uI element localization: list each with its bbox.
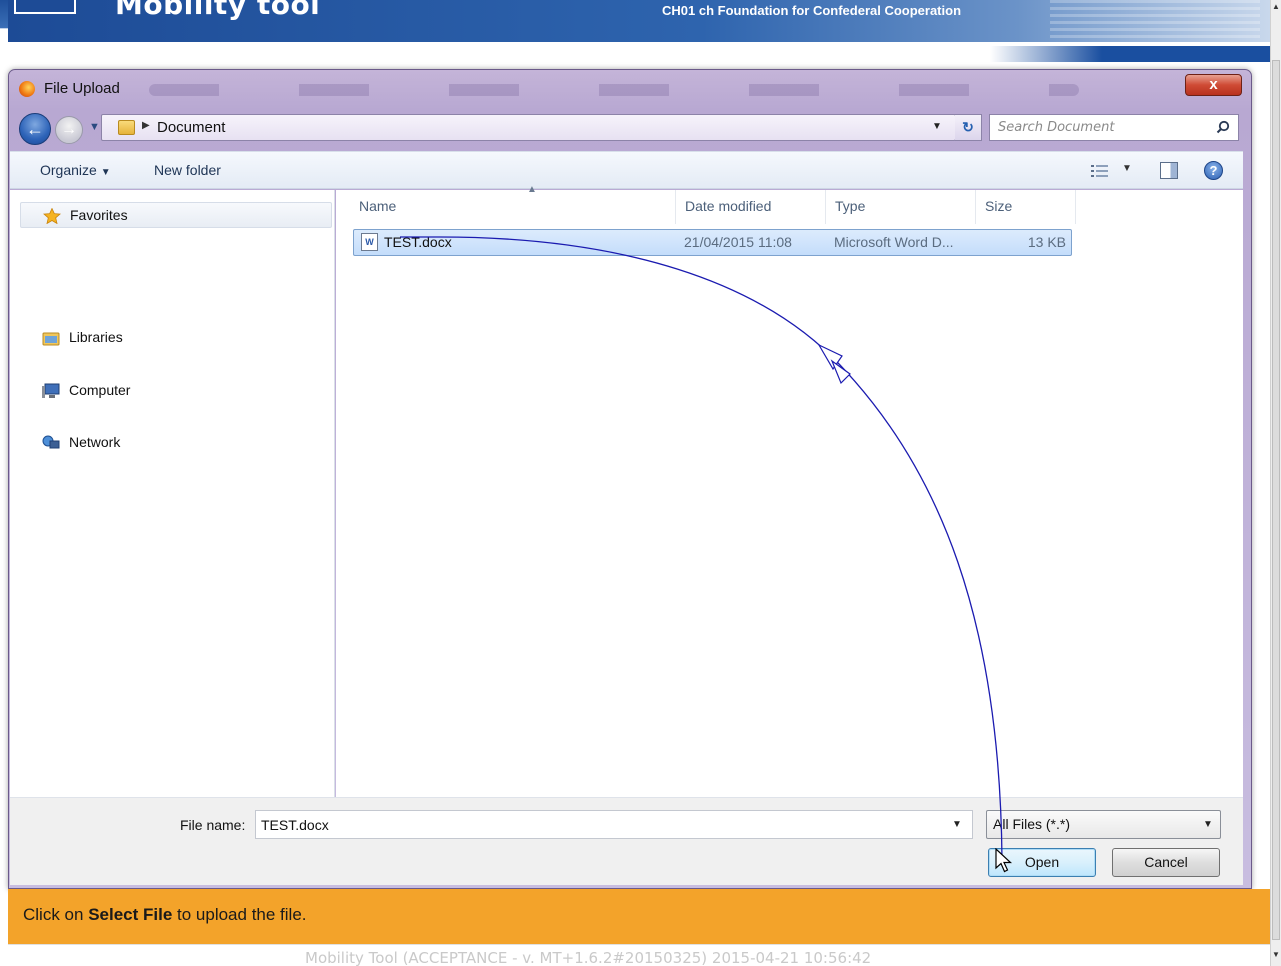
header-accent-bar bbox=[990, 46, 1270, 62]
dialog-titlebar[interactable]: File Upload x bbox=[9, 70, 1251, 108]
sort-ascending-icon: ▲ bbox=[527, 184, 537, 195]
preview-pane-icon[interactable] bbox=[1160, 162, 1178, 179]
header-decoration bbox=[1050, 0, 1260, 52]
file-name-dropdown-icon[interactable]: ▼ bbox=[952, 819, 962, 830]
navigation-pane: Favorites Libraries Computer Network bbox=[10, 190, 335, 797]
view-dropdown-icon[interactable]: ▼ bbox=[1122, 163, 1132, 174]
chevron-down-icon: ▼ bbox=[1203, 819, 1213, 830]
nav-item-computer[interactable]: Computer bbox=[20, 378, 332, 404]
column-header-size[interactable]: Size bbox=[977, 190, 1076, 224]
file-list: Name ▲ Date modified Type Size W TEST.do… bbox=[336, 184, 1243, 797]
file-name-input[interactable] bbox=[261, 814, 941, 836]
column-header-date-modified[interactable]: Date modified bbox=[677, 190, 826, 224]
page-scrollbar[interactable]: ▲ ▼ bbox=[1270, 0, 1281, 966]
organize-button[interactable]: Organize ▼ bbox=[40, 162, 111, 178]
word-document-icon: W bbox=[361, 233, 378, 251]
instruction-prefix: Click on bbox=[23, 905, 89, 924]
organisation-name: CH01 ch Foundation for Confederal Cooper… bbox=[662, 3, 962, 18]
page-footer: Mobility Tool (ACCEPTANCE - v. MT+1.6.2#… bbox=[8, 944, 1270, 966]
nav-label-network: Network bbox=[69, 434, 121, 450]
column-header-type[interactable]: Type bbox=[827, 190, 976, 224]
scroll-down-icon[interactable]: ▼ bbox=[1271, 950, 1281, 959]
instruction-text: Click on Select File to upload the file. bbox=[23, 905, 307, 925]
history-dropdown-icon[interactable]: ▼ bbox=[89, 121, 100, 133]
file-name-label: File name: bbox=[180, 817, 246, 833]
file-upload-dialog: File Upload x ← → ▼ ▶ Document ▼ ↻ Organ… bbox=[8, 69, 1252, 889]
column-headers: Name ▲ Date modified Type Size bbox=[336, 184, 1076, 226]
nav-item-favorites[interactable]: Favorites bbox=[20, 202, 332, 228]
page-header: Mobility tool CH01 ch Foundation for Con… bbox=[0, 0, 1281, 70]
forward-button[interactable]: → bbox=[55, 116, 83, 144]
mouse-cursor-icon bbox=[995, 848, 1013, 873]
search-icon[interactable] bbox=[1216, 120, 1230, 134]
instruction-emphasis: Select File bbox=[88, 905, 173, 924]
column-label-name: Name bbox=[359, 198, 397, 214]
file-type: Microsoft Word D... bbox=[834, 234, 954, 250]
help-icon[interactable]: ? bbox=[1204, 161, 1223, 180]
eu-logo bbox=[14, 0, 76, 14]
star-icon bbox=[43, 208, 61, 224]
nav-label-computer: Computer bbox=[69, 382, 131, 398]
file-name-combobox[interactable]: ▼ bbox=[255, 810, 973, 839]
search-box[interactable] bbox=[989, 114, 1239, 141]
cancel-button[interactable]: Cancel bbox=[1112, 848, 1220, 877]
file-size: 13 KB bbox=[1027, 234, 1066, 250]
refresh-button[interactable]: ↻ bbox=[955, 114, 982, 141]
address-bar[interactable]: ▶ Document ▼ bbox=[101, 114, 956, 141]
instruction-banner: Click on Select File to upload the file. bbox=[8, 889, 1270, 944]
nav-item-network[interactable]: Network bbox=[20, 430, 332, 456]
folder-icon bbox=[118, 120, 135, 135]
file-date-modified: 21/04/2015 11:08 bbox=[684, 234, 792, 250]
libraries-icon bbox=[42, 332, 60, 346]
file-type-value: All Files (*.*) bbox=[993, 816, 1071, 832]
new-folder-button[interactable]: New folder bbox=[154, 162, 221, 178]
back-button[interactable]: ← bbox=[19, 113, 51, 145]
computer-icon bbox=[42, 383, 60, 398]
scroll-up-icon[interactable]: ▲ bbox=[1271, 2, 1281, 11]
file-name: TEST.docx bbox=[384, 234, 452, 250]
nav-label-libraries: Libraries bbox=[69, 329, 123, 345]
dialog-title: File Upload bbox=[44, 80, 120, 97]
network-icon bbox=[42, 435, 60, 449]
app-title: Mobility tool bbox=[115, 0, 321, 21]
version-info: Mobility Tool (ACCEPTANCE - v. MT+1.6.2#… bbox=[305, 949, 872, 966]
chevron-down-icon: ▼ bbox=[100, 167, 111, 178]
organize-label: Organize bbox=[40, 162, 97, 178]
instruction-suffix: to upload the file. bbox=[172, 905, 307, 924]
change-view-icon[interactable] bbox=[1090, 163, 1110, 179]
file-type-select[interactable]: All Files (*.*) ▼ bbox=[986, 810, 1221, 839]
address-row: ← → ▼ ▶ Document ▼ ↻ bbox=[9, 108, 1251, 148]
breadcrumb-chevron-icon[interactable]: ▶ bbox=[142, 120, 150, 131]
close-button[interactable]: x bbox=[1185, 74, 1242, 96]
breadcrumb-document[interactable]: Document bbox=[157, 119, 225, 136]
nav-label-favorites: Favorites bbox=[70, 207, 128, 223]
titlebar-reflection bbox=[149, 84, 1079, 96]
file-row[interactable]: W TEST.docx 21/04/2015 11:08 Microsoft W… bbox=[353, 229, 1072, 256]
scrollbar-thumb[interactable] bbox=[1272, 60, 1280, 940]
firefox-icon bbox=[19, 81, 35, 97]
column-header-name[interactable]: Name ▲ bbox=[351, 184, 676, 224]
dialog-footer: File name: ▼ All Files (*.*) ▼ Open Canc… bbox=[10, 797, 1243, 885]
address-dropdown-icon[interactable]: ▼ bbox=[932, 121, 942, 132]
search-input[interactable] bbox=[998, 115, 1208, 140]
command-toolbar: Organize ▼ New folder ▼ ? bbox=[10, 151, 1243, 189]
nav-item-libraries[interactable]: Libraries bbox=[20, 325, 332, 351]
